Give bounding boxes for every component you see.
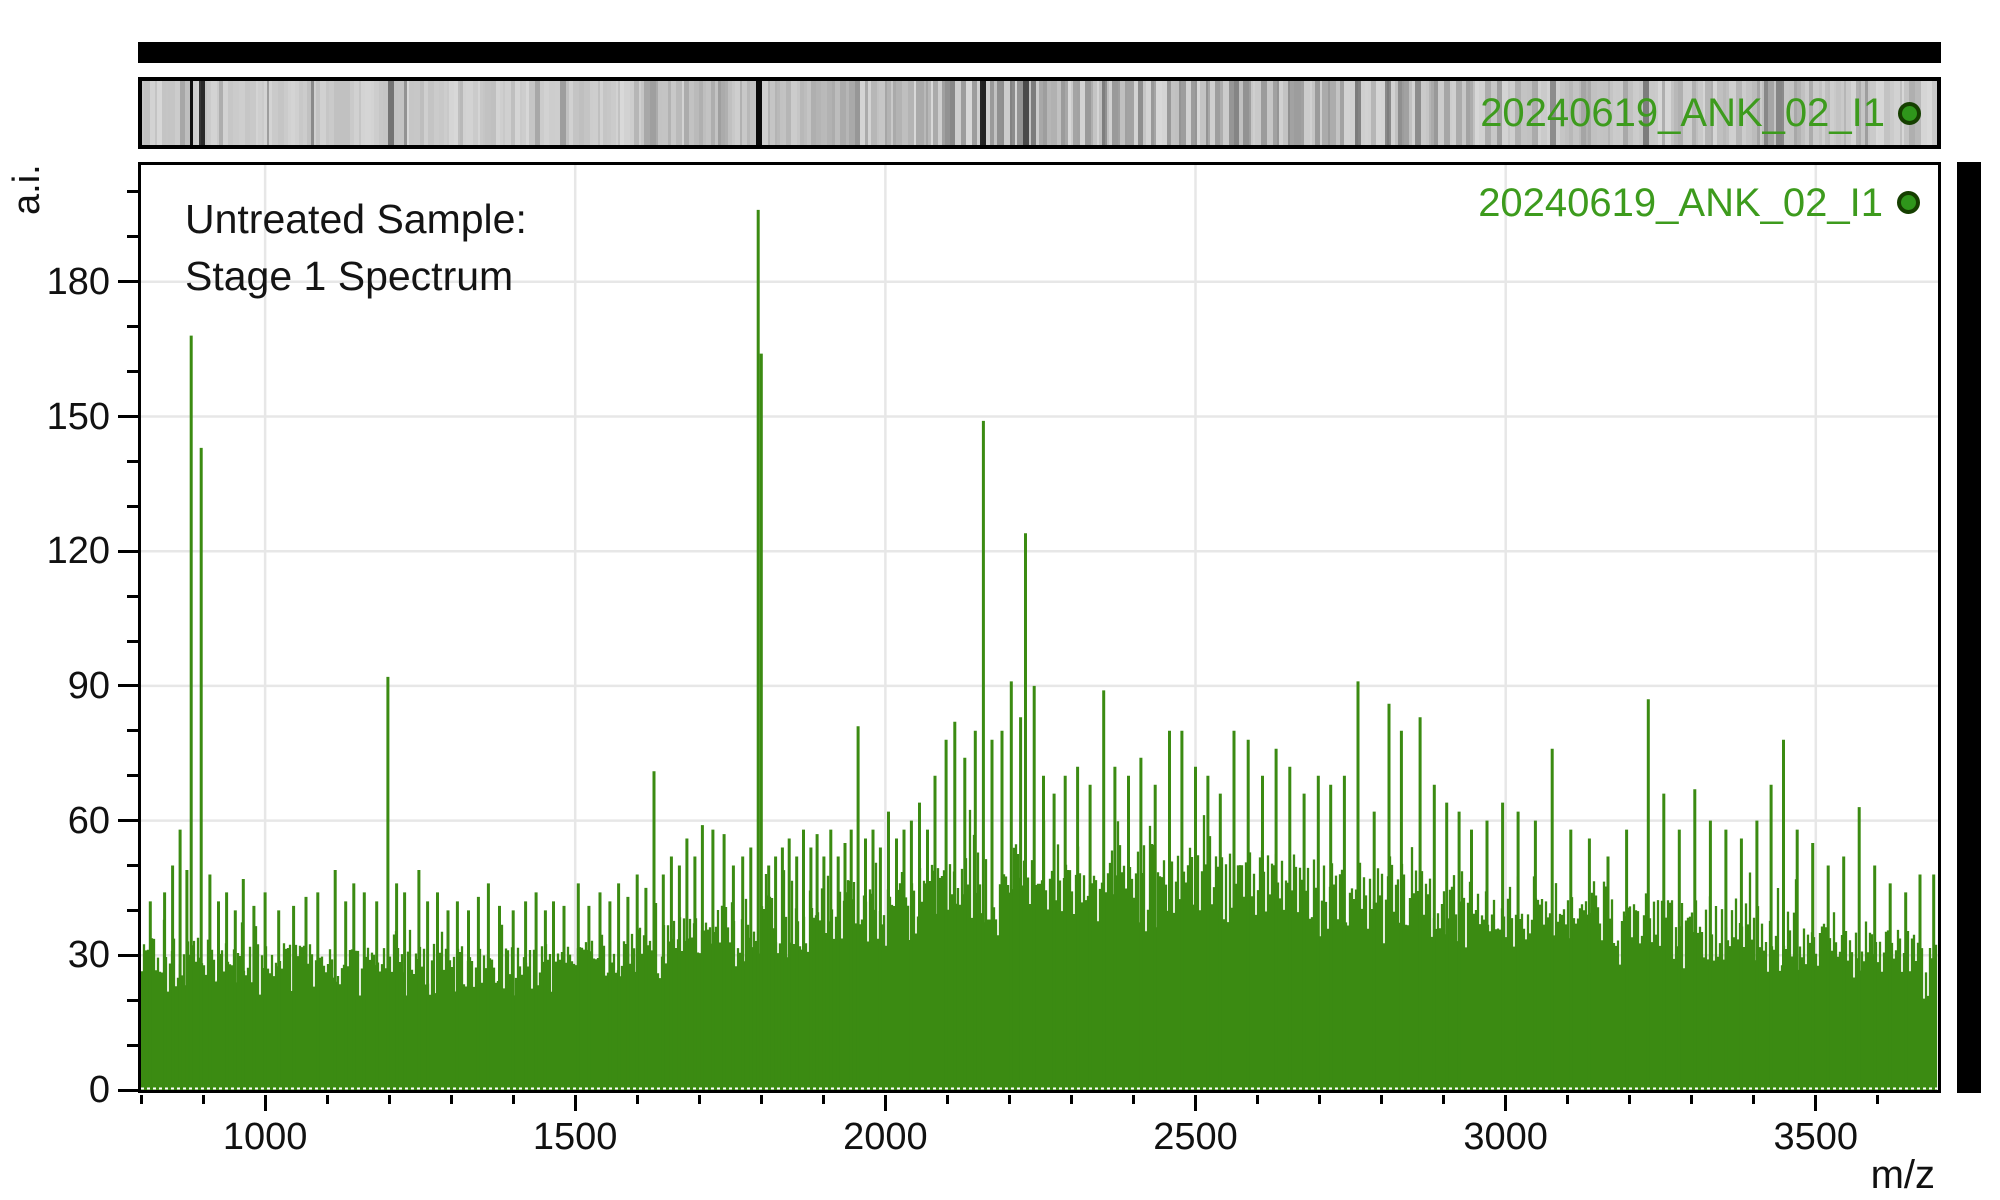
y-axis-major-tick	[118, 819, 138, 822]
y-axis-minor-tick	[127, 595, 138, 598]
y-axis-minor-tick	[127, 190, 138, 193]
x-tick-label: 1000	[185, 1115, 345, 1159]
legend-marker-icon	[1897, 191, 1920, 214]
y-axis-major-tick	[118, 684, 138, 687]
x-axis-minor-tick	[1690, 1095, 1693, 1104]
y-axis-minor-tick	[127, 864, 138, 867]
y-tick-label: 90	[20, 662, 110, 710]
x-axis-minor-tick	[1876, 1095, 1879, 1104]
x-axis-minor-tick	[1070, 1095, 1073, 1104]
x-axis-major-tick	[1194, 1095, 1197, 1111]
x-axis-minor-tick	[822, 1095, 825, 1104]
x-axis-major-tick	[264, 1095, 267, 1111]
x-tick-label: 3000	[1426, 1115, 1586, 1159]
y-axis-minor-tick	[127, 729, 138, 732]
y-tick-label: 0	[20, 1066, 110, 1114]
gel-sample-label-text: 20240619_ANK_02_I1	[1480, 91, 1885, 136]
y-axis-minor-tick	[127, 325, 138, 328]
x-axis-major-tick	[574, 1095, 577, 1111]
right-range-bar[interactable]	[1957, 162, 1981, 1093]
x-axis-major-tick	[884, 1095, 887, 1111]
x-tick-label: 1500	[495, 1115, 655, 1159]
x-axis-minor-tick	[326, 1095, 329, 1104]
x-axis-minor-tick	[946, 1095, 949, 1104]
spectrum-viewer-window: 20240619_ANK_02_I1 Untreated Sample: Sta…	[0, 0, 2000, 1200]
x-axis-minor-tick	[1132, 1095, 1135, 1104]
y-axis-major-tick	[118, 1089, 138, 1092]
gel-sample-label: 20240619_ANK_02_I1	[1480, 81, 1885, 145]
y-tick-label: 120	[20, 527, 110, 575]
x-axis-minor-tick	[1008, 1095, 1011, 1104]
y-axis-minor-tick	[127, 235, 138, 238]
annotation-line2: Stage 1 Spectrum	[185, 248, 527, 305]
x-axis-minor-tick	[698, 1095, 701, 1104]
gel-sample-marker-icon	[1898, 102, 1921, 125]
spectrum-plot-panel[interactable]: Untreated Sample: Stage 1 Spectrum 20240…	[138, 162, 1941, 1093]
annotation-line1: Untreated Sample:	[185, 191, 527, 248]
x-axis-minor-tick	[1318, 1095, 1321, 1104]
legend[interactable]: 20240619_ANK_02_I1	[1478, 180, 1883, 226]
y-tick-label: 60	[20, 797, 110, 845]
x-axis-minor-tick	[388, 1095, 391, 1104]
x-axis-minor-tick	[450, 1095, 453, 1104]
x-axis-minor-tick	[1256, 1095, 1259, 1104]
y-axis-minor-tick	[127, 909, 138, 912]
range-selection-bar[interactable]	[138, 42, 1941, 63]
x-axis-minor-tick	[1380, 1095, 1383, 1104]
x-axis-minor-tick	[760, 1095, 763, 1104]
y-axis-minor-tick	[127, 1044, 138, 1047]
x-axis-minor-tick	[202, 1095, 205, 1104]
x-axis-minor-tick	[1752, 1095, 1755, 1104]
legend-label: 20240619_ANK_02_I1	[1478, 181, 1883, 226]
y-tick-label: 150	[20, 393, 110, 441]
y-tick-label: 180	[20, 258, 110, 306]
x-axis-minor-tick	[1442, 1095, 1445, 1104]
y-axis-minor-tick	[127, 640, 138, 643]
y-axis-major-tick	[118, 550, 138, 553]
x-axis-minor-tick	[140, 1095, 143, 1104]
plot-annotation: Untreated Sample: Stage 1 Spectrum	[185, 191, 527, 305]
y-axis-minor-tick	[127, 460, 138, 463]
x-axis-title: m/z	[1735, 1153, 1935, 1198]
y-axis-major-tick	[118, 280, 138, 283]
y-axis-minor-tick	[127, 999, 138, 1002]
x-axis-minor-tick	[1566, 1095, 1569, 1104]
y-axis-major-tick	[118, 954, 138, 957]
y-axis-minor-tick	[127, 370, 138, 373]
x-tick-label: 3500	[1736, 1115, 1896, 1159]
x-axis-minor-tick	[512, 1095, 515, 1104]
x-axis-major-tick	[1504, 1095, 1507, 1111]
x-tick-label: 2000	[805, 1115, 965, 1159]
x-axis-minor-tick	[1628, 1095, 1631, 1104]
x-axis-major-tick	[1814, 1095, 1817, 1111]
y-axis-title: a.i.	[6, 164, 49, 215]
y-axis-major-tick	[118, 415, 138, 418]
x-axis-minor-tick	[636, 1095, 639, 1104]
y-tick-label: 30	[20, 931, 110, 979]
y-axis-minor-tick	[127, 505, 138, 508]
y-axis-minor-tick	[127, 774, 138, 777]
gel-view-panel[interactable]: 20240619_ANK_02_I1	[138, 77, 1941, 149]
x-tick-label: 2500	[1116, 1115, 1276, 1159]
